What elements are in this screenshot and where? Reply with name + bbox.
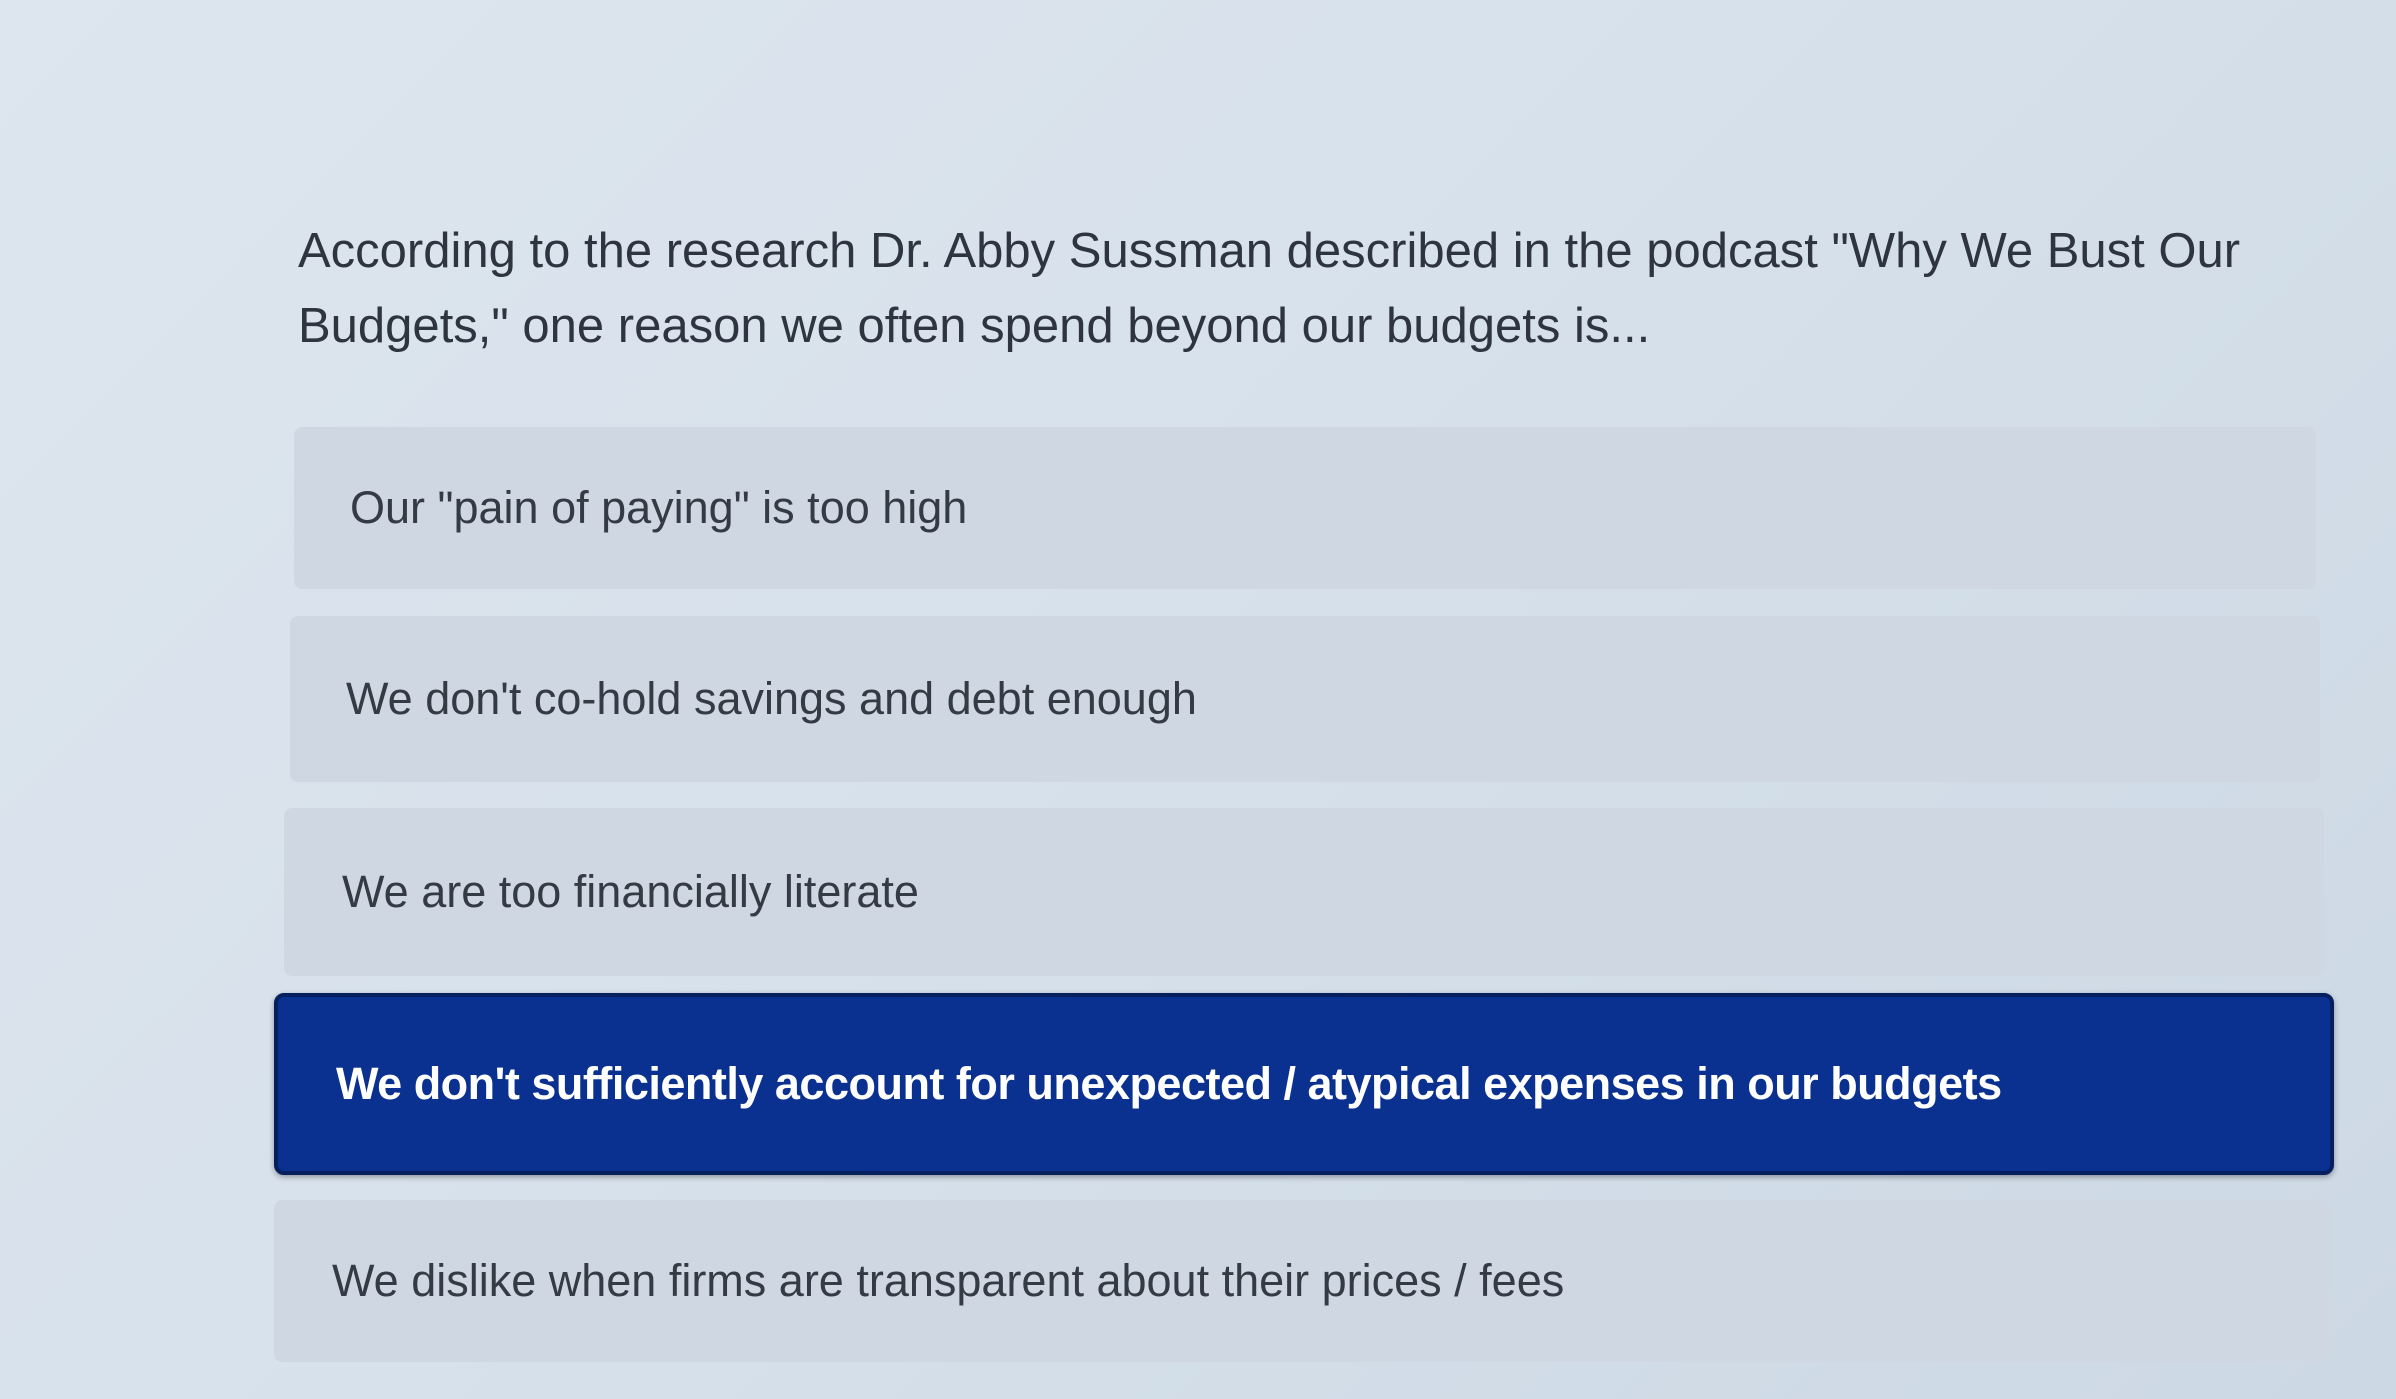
answer-option-label: We don't co-hold savings and debt enough bbox=[346, 673, 1197, 724]
answer-options: Our "pain of paying" is too high We don'… bbox=[0, 0, 2396, 1399]
answer-option-label: We don't sufficiently account for unexpe… bbox=[336, 1058, 2002, 1109]
answer-option-label: Our "pain of paying" is too high bbox=[350, 482, 968, 533]
answer-option-label: We are too financially literate bbox=[342, 866, 919, 917]
answer-option-5[interactable]: We dislike when firms are transparent ab… bbox=[274, 1200, 2330, 1362]
answer-option-label: We dislike when firms are transparent ab… bbox=[332, 1255, 1565, 1306]
answer-option-1[interactable]: Our "pain of paying" is too high bbox=[294, 427, 2316, 589]
answer-option-3[interactable]: We are too financially literate bbox=[284, 808, 2324, 976]
answer-option-2[interactable]: We don't co-hold savings and debt enough bbox=[290, 616, 2320, 782]
answer-option-4-selected[interactable]: We don't sufficiently account for unexpe… bbox=[274, 993, 2334, 1175]
